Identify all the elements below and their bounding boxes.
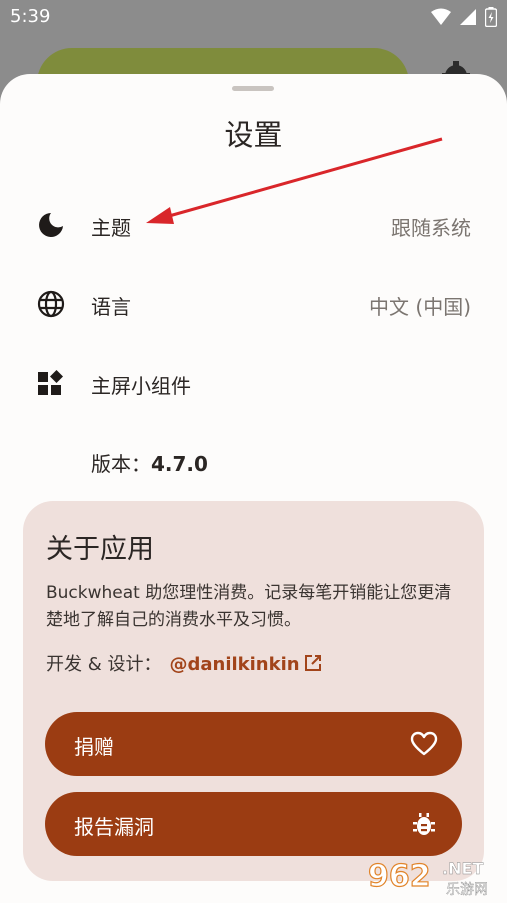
drag-handle[interactable] [232,86,274,91]
bug-icon [413,813,435,835]
version-text: 版本：4.7.0 [91,448,208,477]
donate-button[interactable]: 捐赠 [45,712,462,776]
report-bug-button-label: 报告漏洞 [74,815,154,839]
version-label: 版本： [91,452,151,476]
moon-icon [39,213,63,237]
report-bug-button[interactable]: 报告漏洞 [45,792,462,856]
battery-icon [485,7,497,27]
external-link-icon [304,655,321,671]
setting-row-widget[interactable]: 主屏小组件 [0,348,507,418]
setting-row-language[interactable]: 语言 中文 (中国) [0,269,507,339]
setting-value-theme: 跟随系统 [391,216,471,240]
sheet-title: 设置 [224,118,283,152]
setting-value-language: 中文 (中国) [369,295,471,319]
about-description: Buckwheat 助您理性消费。记录每笔开销能让您更清楚地了解自己的消费水平及… [46,583,452,630]
svg-text:乐游网: 乐游网 [446,882,488,898]
svg-text:962: 962 [368,859,431,894]
settings-sheet: 设置 主题 跟随系统 语言 中文 (中国) 主屏小组件 版本：4.7.0 关于应… [0,74,507,903]
developer-link[interactable]: @danilkinkin [169,654,321,675]
developer-label: 开发 & 设计： [46,654,162,675]
version-value: 4.7.0 [151,452,208,476]
setting-label-language: 语言 [91,295,131,319]
status-icons [431,7,497,27]
setting-row-theme[interactable]: 主题 跟随系统 [0,190,507,260]
about-developer: 开发 & 设计： @danilkinkin [46,650,322,676]
about-card: 关于应用 Buckwheat 助您理性消费。记录每笔开销能让您更清楚地了解自己的… [23,501,484,881]
watermark-logo: 962 .NET 乐游网 [368,858,488,898]
status-bar: 5:39 [0,0,507,34]
status-time: 5:39 [10,6,51,27]
developer-link-text: @danilkinkin [169,654,300,675]
heart-icon [410,731,438,756]
donate-button-label: 捐赠 [74,735,114,759]
widgets-icon [38,370,63,395]
setting-label-widget: 主屏小组件 [91,374,191,398]
svg-text:.NET: .NET [442,859,483,878]
about-title: 关于应用 [46,534,154,565]
signal-icon [460,9,476,25]
globe-icon [37,290,65,318]
wifi-icon [431,8,451,25]
setting-label-theme: 主题 [91,216,131,240]
